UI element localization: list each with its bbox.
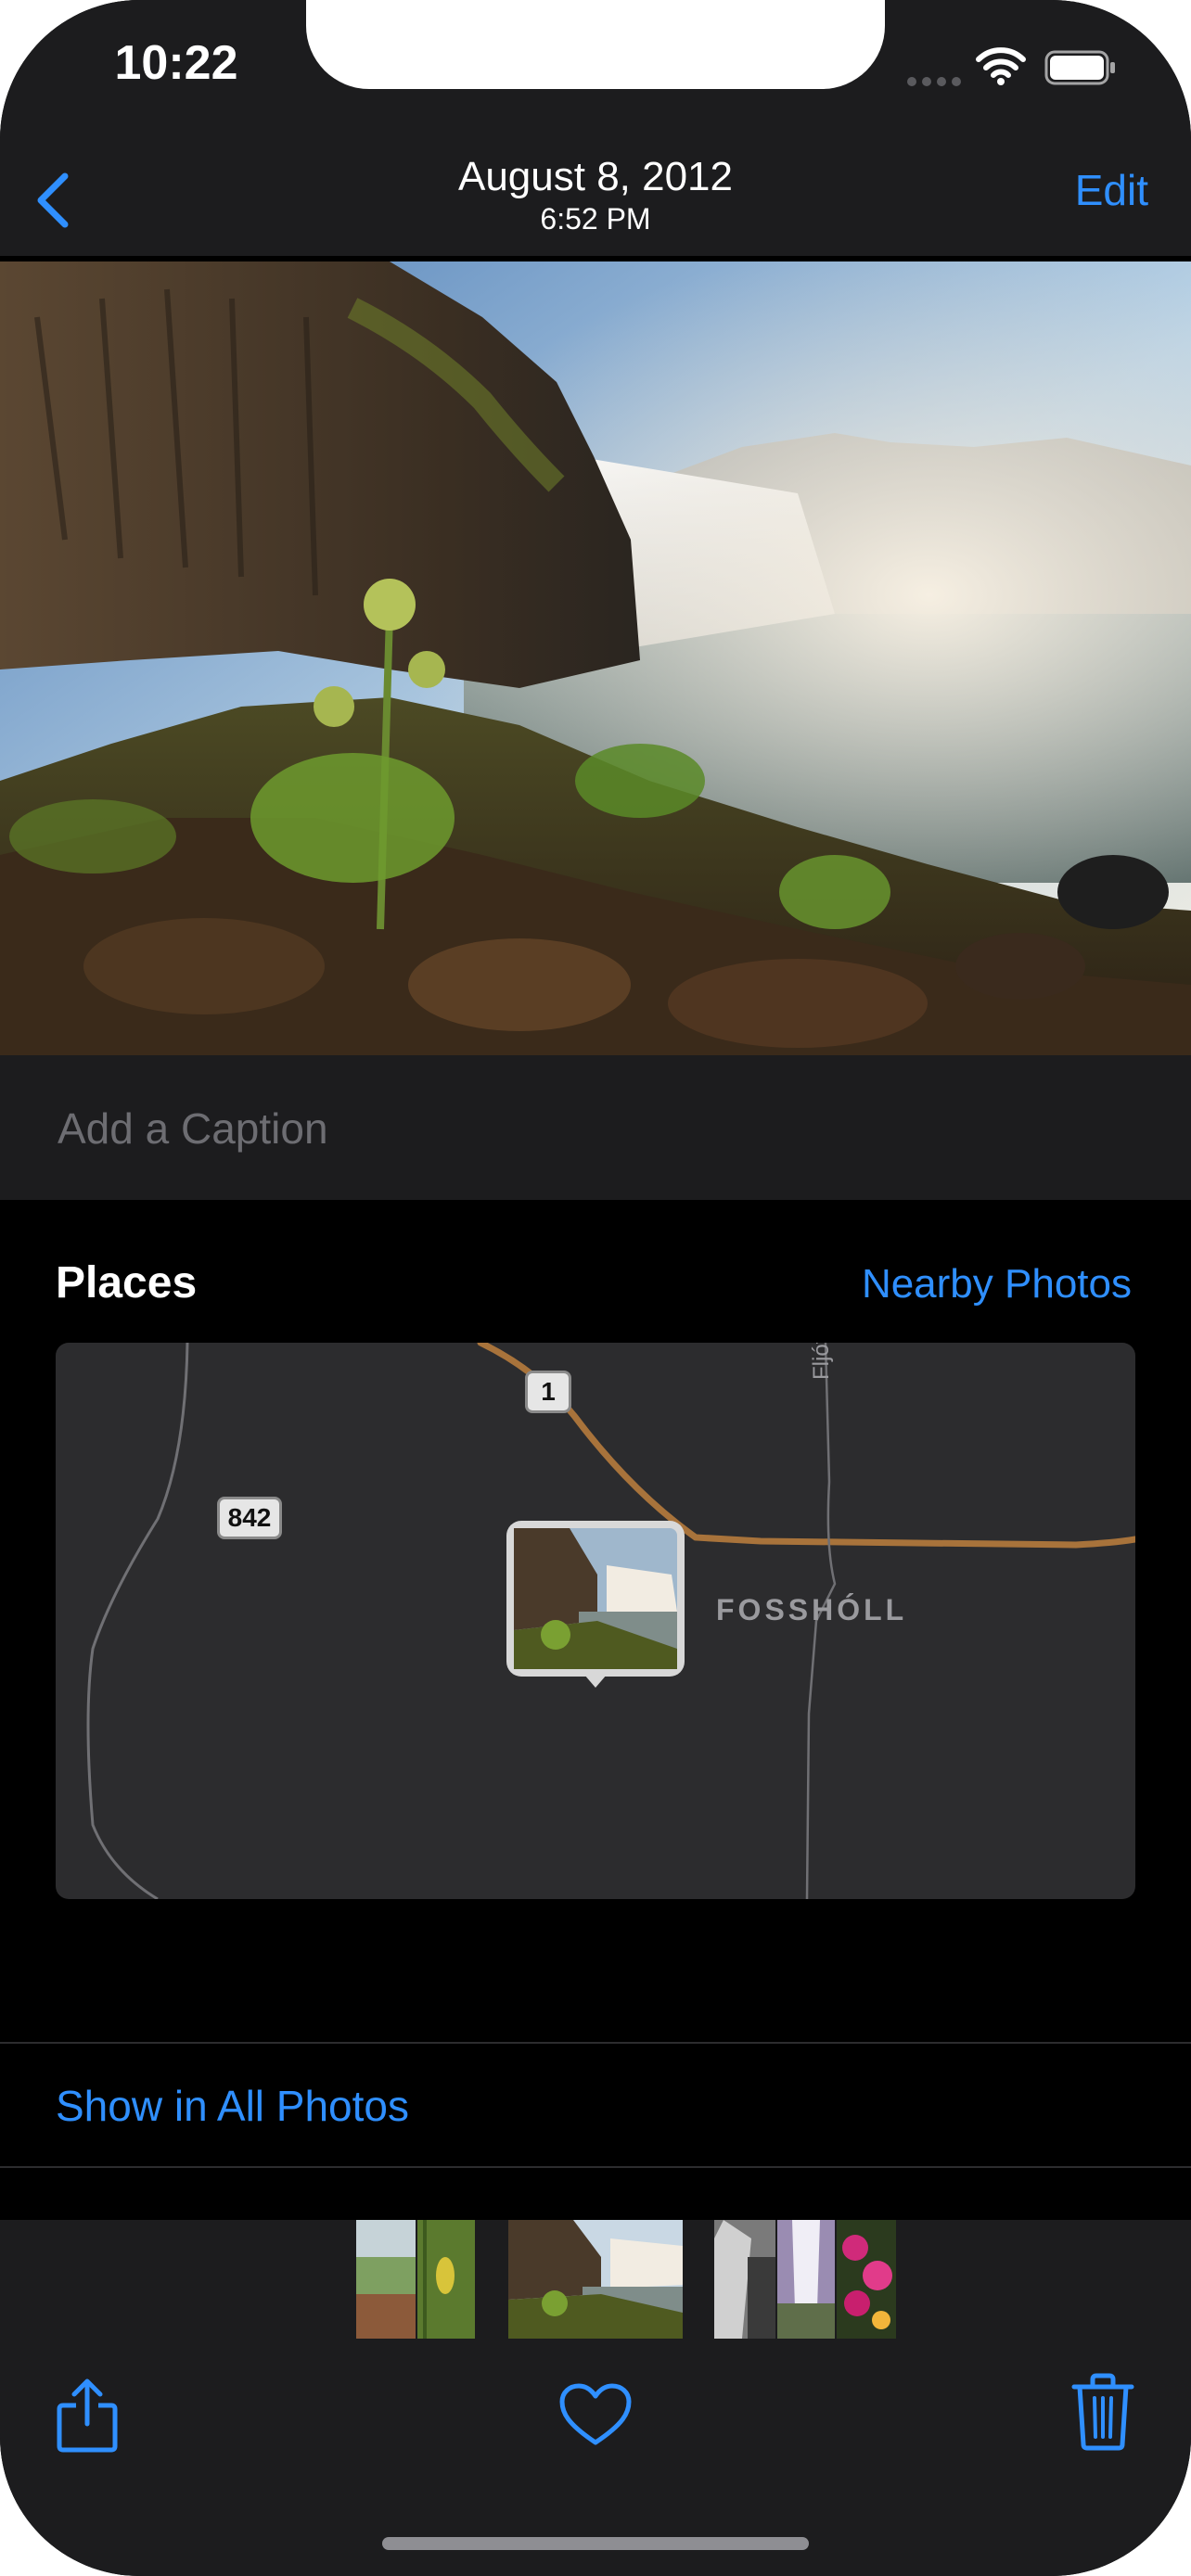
thumbnail[interactable] <box>777 2220 835 2339</box>
delete-button[interactable] <box>1070 2372 1135 2452</box>
show-in-all-photos-link[interactable]: Show in All Photos <box>56 2081 409 2131</box>
photo-detail-screen: 10:22 August 8, 2012 6:52 PM Edit Add a … <box>0 0 1191 2576</box>
home-indicator <box>382 2537 809 2550</box>
thumbnail[interactable] <box>837 2220 896 2339</box>
notch <box>306 0 885 89</box>
nearby-photos-link[interactable]: Nearby Photos <box>862 1261 1132 1307</box>
status-bar: 10:22 <box>0 0 1191 148</box>
share-icon <box>57 2378 118 2453</box>
thumbnail[interactable] <box>356 2220 416 2339</box>
map-photo-pin-thumbnail <box>506 1521 685 1688</box>
waterfall-photo-image <box>0 261 1191 1055</box>
battery-icon <box>1044 50 1115 85</box>
divider <box>0 2166 1191 2168</box>
map-river-label: Fljóts <box>809 1343 834 1380</box>
edit-button[interactable]: Edit <box>1075 165 1148 215</box>
places-map[interactable]: 842 1 FOSSHÓLL Fljóts <box>56 1343 1135 1899</box>
divider <box>0 2042 1191 2044</box>
photo-time-subtitle: 6:52 PM <box>540 202 651 236</box>
places-heading: Places <box>56 1258 198 1307</box>
thumbnail-image <box>837 2220 896 2339</box>
thumbnail-image <box>714 2220 775 2339</box>
back-button[interactable] <box>28 158 93 241</box>
thumbnail-image <box>417 2220 475 2339</box>
main-photo[interactable] <box>0 261 1191 1055</box>
thumbnail[interactable] <box>714 2220 775 2339</box>
thumbnail-image <box>356 2220 416 2339</box>
caption-field <box>0 1055 1191 1200</box>
road-shield-1: 1 <box>525 1371 571 1413</box>
thumbnail-current[interactable] <box>508 2220 683 2339</box>
thumbnail-strip[interactable] <box>0 2220 1191 2344</box>
cellular-signal-icon <box>907 74 967 91</box>
thumbnail-image <box>777 2220 835 2339</box>
map-photo-pin[interactable] <box>505 1519 686 1701</box>
favorite-button[interactable] <box>558 2383 633 2448</box>
wifi-icon <box>976 47 1026 85</box>
caption-input[interactable] <box>56 1090 1080 1167</box>
status-time: 10:22 <box>114 36 238 90</box>
map-place-label: FOSSHÓLL <box>716 1593 908 1626</box>
photo-date-title: August 8, 2012 <box>457 154 733 199</box>
road-shield-842: 842 <box>217 1497 282 1539</box>
bottom-bar <box>0 2220 1191 2576</box>
thumbnail-image <box>508 2220 683 2339</box>
back-chevron-icon <box>37 172 69 228</box>
trash-icon <box>1071 2373 1134 2451</box>
share-button[interactable] <box>54 2376 121 2454</box>
navigation-bar: August 8, 2012 6:52 PM Edit <box>0 148 1191 256</box>
thumbnail[interactable] <box>417 2220 475 2339</box>
heart-icon <box>559 2383 632 2445</box>
